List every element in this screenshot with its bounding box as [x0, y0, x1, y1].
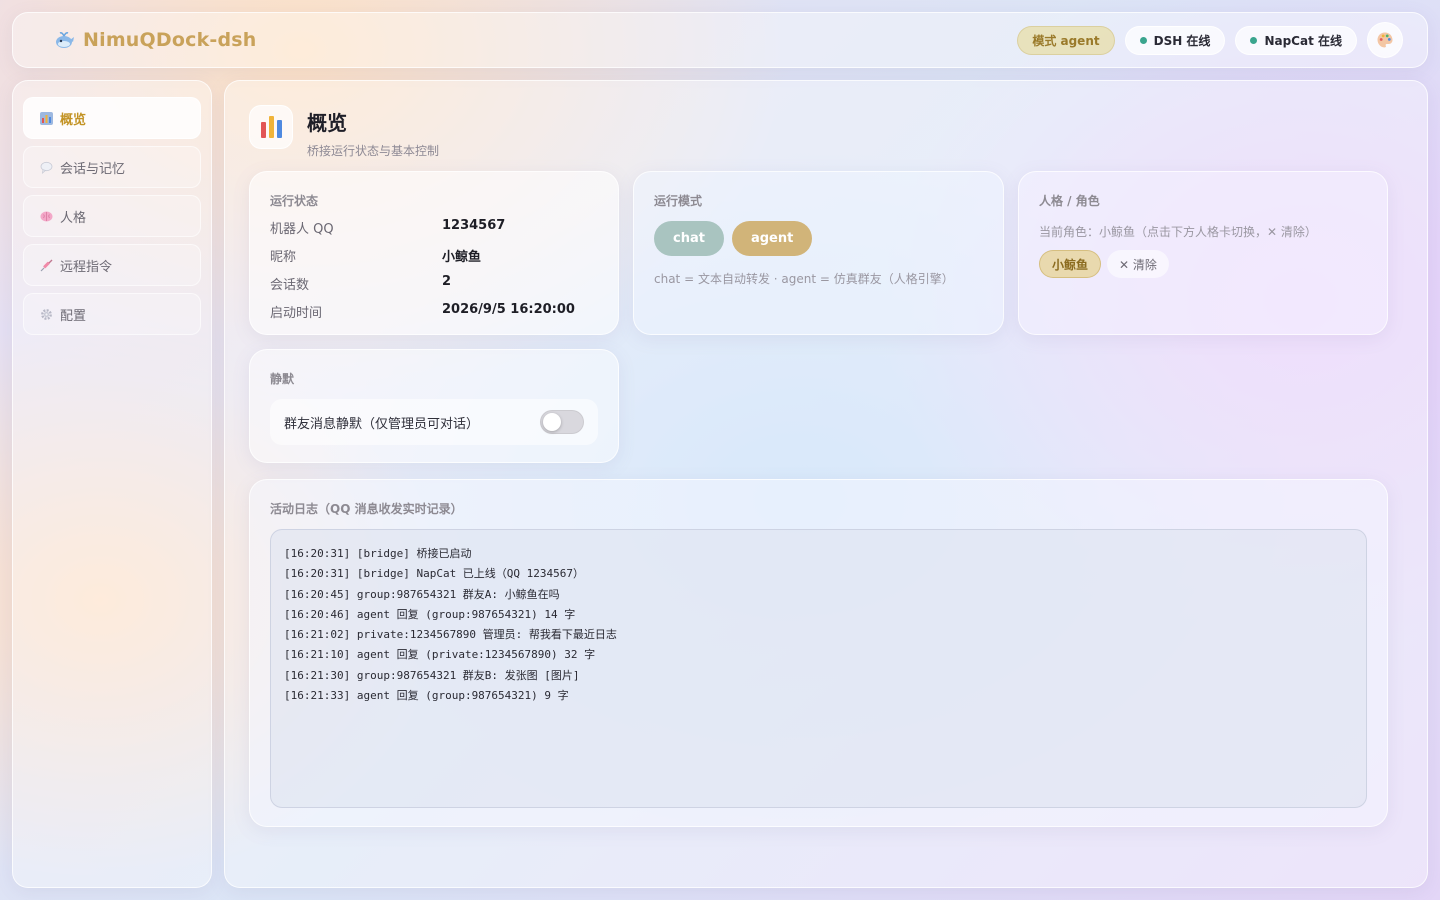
log-line: [16:21:33] agent 回复 (group:987654321) 9 … [284, 689, 569, 703]
napcat-status-pill: NapCat 在线 [1235, 25, 1357, 55]
log-line: [16:21:02] private:1234567890 管理员: 帮我看下最… [284, 628, 617, 642]
card-label: 活动日志（QQ 消息收发实时记录） [270, 502, 463, 516]
theme-button[interactable] [1367, 22, 1403, 58]
activity-log[interactable]: [16:20:31] [bridge] 桥接已启动 [16:20:31] [br… [270, 529, 1367, 808]
persona-card: 人格 / 角色 当前角色：小鲸鱼（点击下方人格卡切换，✕ 清除） 小鲸鱼 ✕ 清… [1018, 171, 1388, 335]
log-line: [16:20:45] group:987654321 群友A: 小鲸鱼在吗 [284, 587, 560, 601]
sidebar-item-persona[interactable]: 人格 [23, 195, 201, 237]
log-line: [16:20:31] [bridge] 桥接已启动 [284, 547, 472, 560]
mute-toggle-label: 群友消息静默（仅管理员可对话） [284, 416, 480, 432]
chat-mode-button[interactable]: chat [654, 221, 724, 256]
sidebar-item-label: 概览 [60, 112, 87, 128]
bot-qq-value: 1234567 [442, 218, 506, 233]
sidebar: 概览 会话与记忆 人格 远程指令 配置 [12, 80, 212, 888]
bar-chart-icon [249, 105, 293, 149]
app-title: NimuQDock-dsh [83, 29, 257, 51]
sidebar-item-overview[interactable]: 概览 [23, 97, 201, 139]
brain-icon [40, 210, 53, 223]
sidebar-item-config[interactable]: 配置 [23, 293, 201, 335]
napcat-status-label: NapCat 在线 [1264, 33, 1342, 48]
card-label: 人格 / 角色 [1039, 194, 1100, 208]
mute-toggle[interactable] [540, 410, 584, 434]
status-dot-icon [1139, 36, 1147, 44]
mute-toggle-row: 群友消息静默（仅管理员可对话） [270, 399, 598, 445]
sidebar-item-sessions[interactable]: 会话与记忆 [23, 146, 201, 188]
status-row: 昵称 小鲸鱼 [270, 246, 598, 265]
page-title: 概览 [307, 111, 347, 135]
sidebar-item-label: 配置 [60, 308, 87, 324]
sidebar-item-label: 会话与记忆 [60, 161, 126, 177]
card-label: 运行状态 [270, 194, 319, 208]
syringe-icon [40, 259, 53, 272]
card-label: 静默 [270, 372, 295, 386]
gear-icon [40, 308, 53, 321]
log-line: [16:21:10] agent 回复 (private:1234567890)… [284, 648, 596, 662]
start-time-value: 2026/9/5 16:20:00 [442, 302, 575, 317]
whale-logo-icon [53, 29, 75, 51]
card-label: 运行模式 [654, 194, 703, 208]
bar-chart-icon [40, 111, 53, 125]
speech-bubble-icon [40, 161, 53, 174]
clear-persona-button[interactable]: ✕ 清除 [1107, 250, 1169, 278]
status-dot-icon [1250, 36, 1258, 44]
session-count-value: 2 [442, 274, 452, 289]
palette-icon [1377, 32, 1393, 48]
dsh-status-label: DSH 在线 [1153, 33, 1211, 48]
toggle-knob [543, 413, 561, 431]
status-card: 运行状态 机器人 QQ 1234567 昵称 小鲸鱼 会话数 2 启动时间 20… [249, 171, 619, 335]
log-card: 活动日志（QQ 消息收发实时记录） [16:20:31] [bridge] 桥接… [249, 479, 1388, 827]
page-subtitle: 桥接运行状态与基本控制 [307, 144, 440, 158]
mode-description: chat = 文本自动转发 · agent = 仿真群友（人格引擎） [654, 272, 954, 286]
current-persona-text: 当前角色：小鲸鱼（点击下方人格卡切换，✕ 清除） [1039, 225, 1317, 239]
mode-pill: 模式 agent [1017, 25, 1115, 55]
log-line: [16:21:30] group:987654321 群友B: 发张图 [图片] [284, 668, 580, 682]
mute-card: 静默 群友消息静默（仅管理员可对话） [249, 349, 619, 463]
status-row: 启动时间 2026/9/5 16:20:00 [270, 302, 575, 321]
nickname-value: 小鲸鱼 [442, 250, 482, 265]
status-row: 会话数 2 [270, 274, 452, 293]
dsh-status-pill: DSH 在线 [1124, 25, 1226, 55]
log-line: [16:20:46] agent 回复 (group:987654321) 14… [284, 607, 576, 621]
agent-mode-button[interactable]: agent [731, 221, 813, 256]
page-header: 概览 桥接运行状态与基本控制 [249, 105, 1403, 159]
sidebar-item-label: 人格 [60, 210, 87, 226]
sidebar-item-remote-commands[interactable]: 远程指令 [23, 244, 201, 286]
top-header: NimuQDock-dsh 模式 agent DSH 在线 NapCat 在线 [12, 12, 1428, 68]
mode-card: 运行模式 chat agent chat = 文本自动转发 · agent = … [633, 171, 1004, 335]
log-line: [16:20:31] [bridge] NapCat 已上线（QQ 123456… [284, 567, 585, 581]
status-row: 机器人 QQ 1234567 [270, 218, 506, 237]
sidebar-item-label: 远程指令 [60, 259, 113, 275]
brand[interactable]: NimuQDock-dsh [53, 29, 257, 51]
persona-chip[interactable]: 小鲸鱼 [1039, 250, 1102, 278]
